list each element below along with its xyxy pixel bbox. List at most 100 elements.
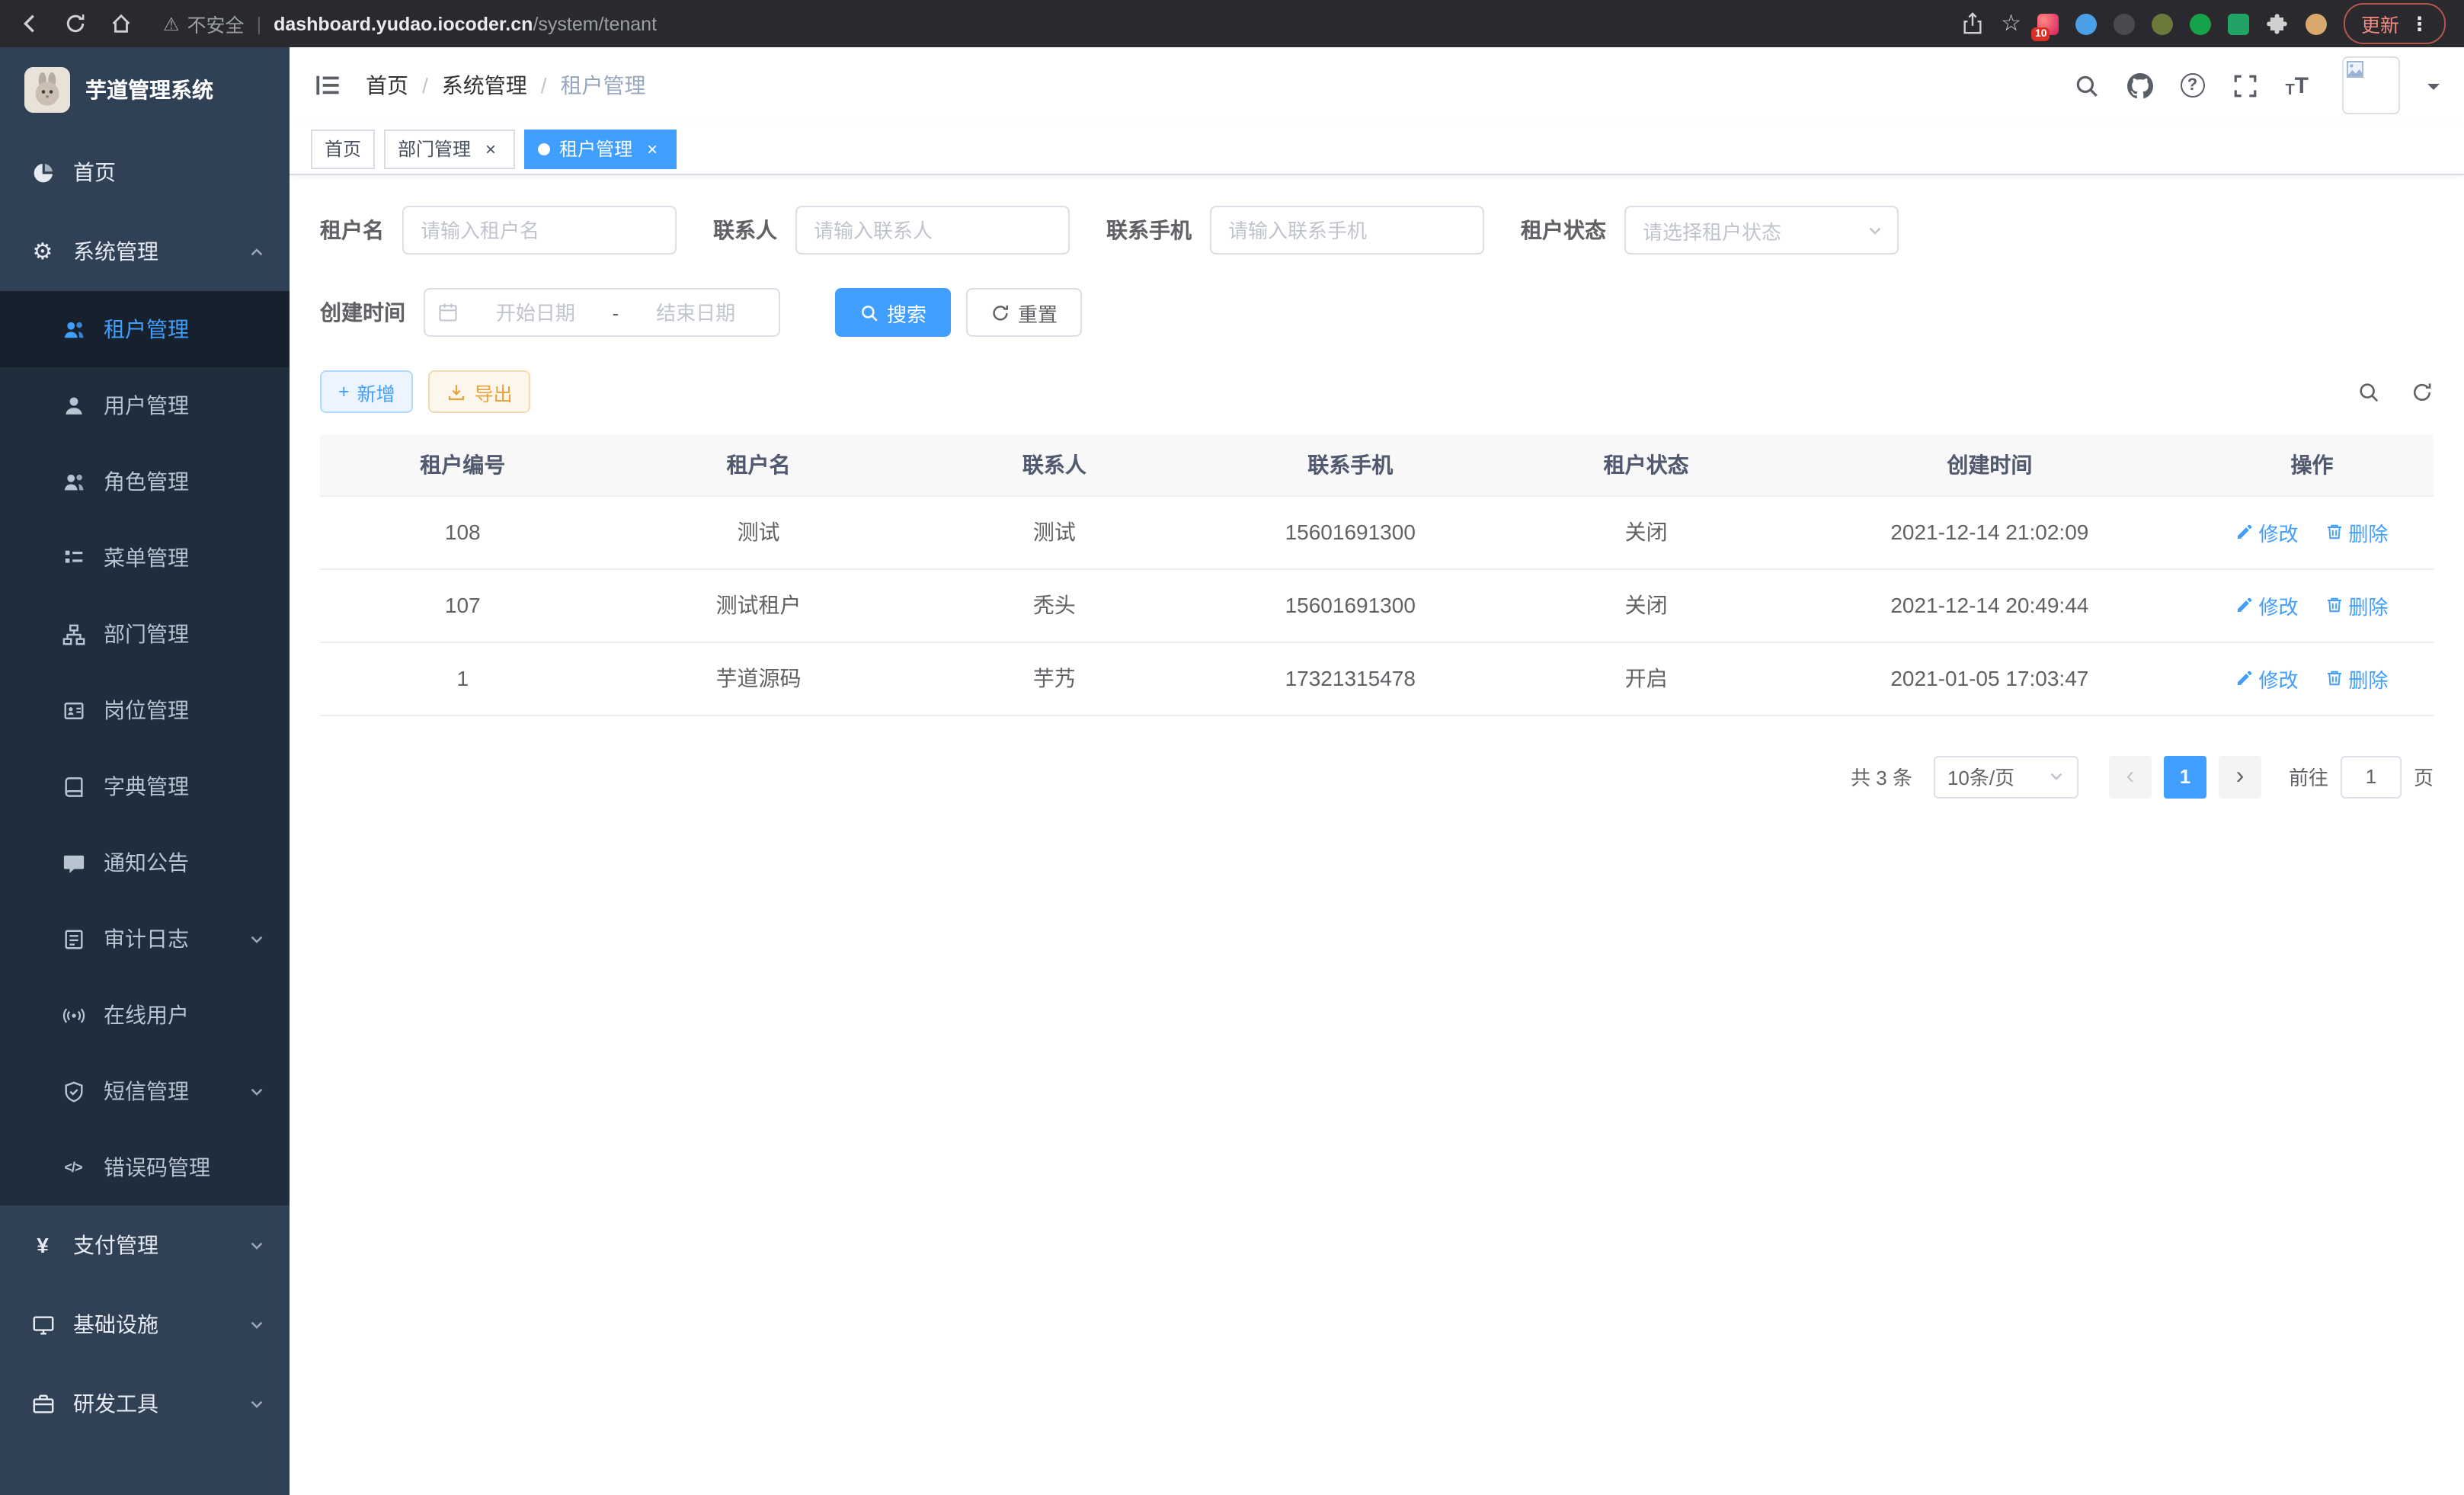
create-time-label: 创建时间 (320, 297, 405, 328)
help-icon[interactable]: ? (2180, 73, 2204, 98)
breadcrumb-item[interactable]: 系统管理 (442, 70, 527, 101)
export-button[interactable]: 导出 (429, 370, 531, 413)
status-select[interactable]: 请选择租户状态 (1624, 206, 1899, 255)
sidebar-item-dev-tools[interactable]: 研发工具 (0, 1364, 290, 1443)
app-shell: 芋道管理系统 首页 ⚙ 系统管理 (0, 47, 2464, 1495)
contact-label: 联系人 (713, 215, 777, 245)
avatar-caret-down-icon[interactable] (2427, 83, 2440, 95)
tenant-table: 租户编号 租户名 联系人 联系手机 租户状态 创建时间 操作 108 测试 (320, 434, 2434, 715)
end-date-input[interactable] (625, 301, 766, 324)
bookmark-star-icon[interactable]: ☆ (2001, 12, 2021, 35)
sidebar-item-payment[interactable]: ¥ 支付管理 (0, 1205, 290, 1285)
share-icon[interactable] (1961, 12, 1984, 35)
pagination: 共 3 条 10条/页 ‹ 1 › 前往 页 (320, 755, 2434, 798)
refresh-table-icon[interactable] (2411, 380, 2434, 403)
delete-button[interactable]: 删除 (2325, 591, 2388, 619)
update-label: 更新 (2361, 9, 2399, 38)
search-icon[interactable] (2073, 72, 2099, 98)
sidebar-item-sms[interactable]: 短信管理 (0, 1053, 290, 1129)
column-header: 创建时间 (1789, 434, 2190, 495)
delete-button[interactable]: 删除 (2325, 664, 2388, 693)
sidebar-item-audit-log[interactable]: 审计日志 (0, 901, 290, 977)
extension-icon-2[interactable] (2076, 13, 2098, 34)
tab-close-icon[interactable]: × (642, 138, 663, 159)
goto-page-input[interactable] (2341, 755, 2402, 798)
address-bar[interactable]: ⚠ 不安全 | dashboard.yudao.iocoder.cn/syste… (163, 9, 657, 38)
address-divider: | (257, 13, 262, 34)
page-number-button[interactable]: 1 (2164, 755, 2206, 798)
reload-icon[interactable] (64, 12, 87, 35)
sidebar-item-label: 研发工具 (73, 1388, 158, 1419)
contact-input[interactable] (795, 206, 1070, 255)
start-date-input[interactable] (465, 301, 606, 324)
tab-home[interactable]: 首页 (311, 129, 375, 168)
edit-button[interactable]: 修改 (2236, 664, 2299, 693)
profile-avatar-icon[interactable] (2306, 13, 2328, 34)
tab-close-icon[interactable]: × (480, 138, 501, 159)
kebab-menu-icon[interactable]: ⋮ (2410, 12, 2429, 35)
post-badge-icon (61, 698, 85, 722)
sidebar-item-post[interactable]: 岗位管理 (0, 672, 290, 748)
tab-dept-manage[interactable]: 部门管理 × (384, 129, 515, 168)
sidebar-item-home[interactable]: 首页 (0, 133, 290, 212)
cell-created: 2021-01-05 17:03:47 (1789, 642, 2190, 715)
table-row: 107 测试租户 秃头 15601691300 关闭 2021-12-14 20… (320, 568, 2434, 642)
add-button[interactable]: + 新增 (320, 370, 414, 413)
sidebar-item-role[interactable]: 角色管理 (0, 443, 290, 520)
sidebar-item-tenant[interactable]: 租户管理 (0, 291, 290, 367)
reset-button[interactable]: 重置 (966, 288, 1082, 337)
tab-tenant-manage[interactable]: 租户管理 × (524, 129, 677, 168)
reset-button-label: 重置 (1018, 298, 1058, 327)
column-header: 联系人 (912, 434, 1197, 495)
back-icon[interactable] (18, 12, 41, 35)
user-avatar[interactable] (2342, 56, 2400, 114)
edit-button[interactable]: 修改 (2236, 591, 2299, 619)
extensions-puzzle-icon[interactable] (2267, 12, 2290, 35)
extension-icon-4[interactable] (2152, 13, 2174, 34)
sidebar-item-notice[interactable]: 通知公告 (0, 824, 290, 901)
dashboard-icon (30, 160, 55, 184)
sidebar-item-dept[interactable]: 部门管理 (0, 596, 290, 672)
extension-icon-6[interactable] (2229, 13, 2250, 34)
extension-icon-1[interactable]: 10 (2038, 13, 2059, 34)
prev-page-button[interactable]: ‹ (2109, 755, 2152, 798)
tab-label: 部门管理 (398, 136, 471, 162)
column-header: 租户名 (605, 434, 911, 495)
chevron-down-icon (248, 930, 265, 947)
fullscreen-icon[interactable] (2232, 72, 2258, 98)
sidebar-collapse-icon[interactable] (314, 72, 341, 99)
sidebar-item-online-users[interactable]: 在线用户 (0, 977, 290, 1053)
hide-search-icon[interactable] (2357, 380, 2380, 403)
sidebar-item-error-code[interactable]: </> 错误码管理 (0, 1129, 290, 1205)
cell-actions: 修改 删除 (2190, 642, 2434, 715)
sidebar-item-system[interactable]: ⚙ 系统管理 (0, 212, 290, 291)
browser-home-icon[interactable] (110, 12, 133, 35)
phone-input[interactable] (1210, 206, 1484, 255)
sidebar-item-user[interactable]: 用户管理 (0, 367, 290, 443)
tenant-users-icon (61, 317, 85, 341)
create-time-field: 创建时间 - (320, 288, 780, 337)
extension-icon-3[interactable] (2114, 13, 2136, 34)
page-size-select[interactable]: 10条/页 (1934, 755, 2078, 798)
tenant-name-input[interactable] (402, 206, 677, 255)
breadcrumb-item[interactable]: 首页 (366, 70, 408, 101)
cell-actions: 修改 删除 (2190, 495, 2434, 568)
pagination-goto: 前往 页 (2289, 755, 2434, 798)
sidebar-item-menu[interactable]: 菜单管理 (0, 520, 290, 596)
sidebar-item-infra[interactable]: 基础设施 (0, 1285, 290, 1364)
date-range-picker[interactable]: - (424, 288, 780, 337)
sidebar-item-dict[interactable]: 字典管理 (0, 748, 290, 824)
delete-button[interactable]: 删除 (2325, 517, 2388, 546)
cell-contact: 秃头 (912, 568, 1197, 642)
github-icon[interactable] (2126, 72, 2152, 98)
cell-tenant-name: 测试租户 (605, 568, 911, 642)
font-size-icon[interactable]: TT (2285, 72, 2309, 98)
next-page-button[interactable]: › (2219, 755, 2261, 798)
edit-button[interactable]: 修改 (2236, 517, 2299, 546)
extension-icon-5[interactable] (2190, 13, 2212, 34)
search-button[interactable]: 搜索 (835, 288, 951, 337)
log-document-icon (61, 927, 85, 951)
update-button[interactable]: 更新 ⋮ (2344, 3, 2446, 44)
delete-label: 删除 (2348, 517, 2388, 546)
app-logo-row[interactable]: 芋道管理系统 (0, 47, 290, 133)
